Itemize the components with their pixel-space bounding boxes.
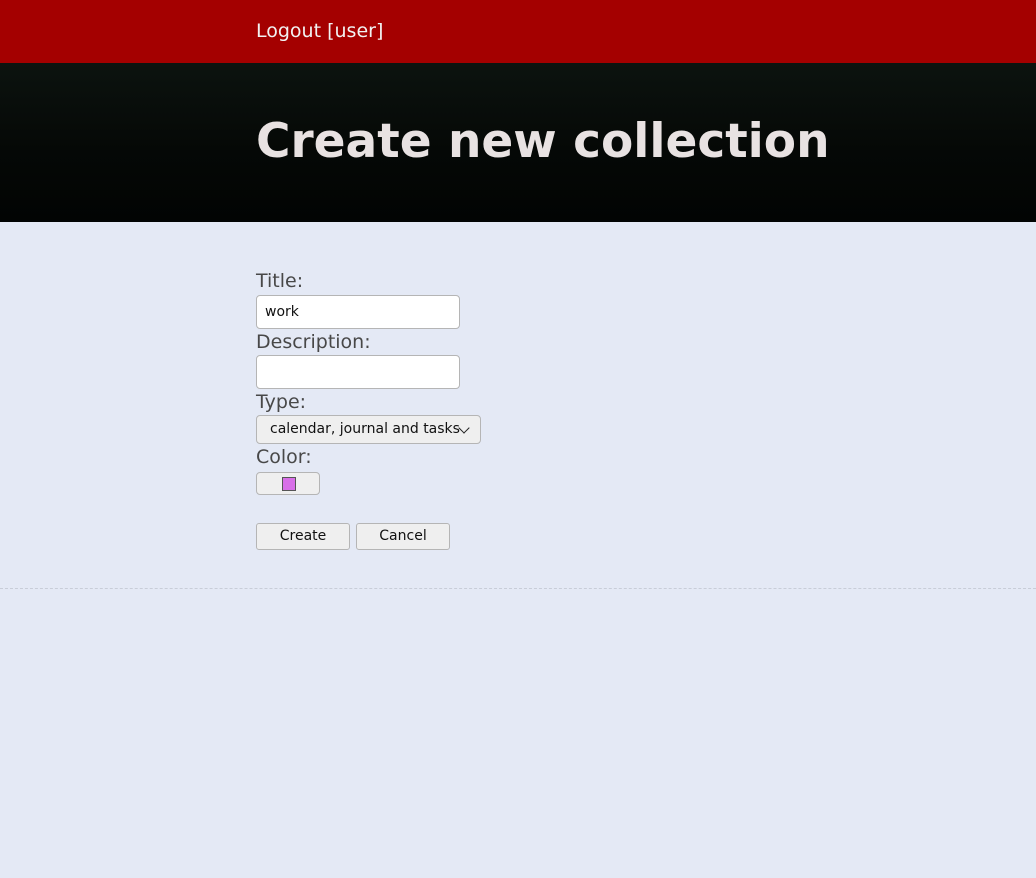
type-label: Type:: [256, 391, 307, 413]
create-button[interactable]: Create: [256, 523, 350, 550]
title-label: Title:: [256, 270, 304, 292]
type-select[interactable]: calendar, journal and tasks: [256, 415, 481, 444]
title-input[interactable]: [256, 295, 460, 329]
description-label: Description:: [256, 331, 371, 353]
footer-divider: [0, 588, 1036, 589]
color-label: Color:: [256, 446, 312, 468]
top-bar: Logout [user]: [0, 0, 1036, 63]
color-swatch: [282, 477, 296, 491]
page-header: Create new collection: [0, 63, 1036, 222]
page-title: Create new collection: [256, 114, 830, 169]
chevron-down-icon: [458, 422, 470, 434]
type-select-value: calendar, journal and tasks: [270, 421, 460, 437]
color-picker[interactable]: [256, 472, 320, 495]
logout-link[interactable]: Logout [user]: [256, 19, 383, 43]
description-input[interactable]: [256, 355, 460, 389]
cancel-button[interactable]: Cancel: [356, 523, 450, 550]
